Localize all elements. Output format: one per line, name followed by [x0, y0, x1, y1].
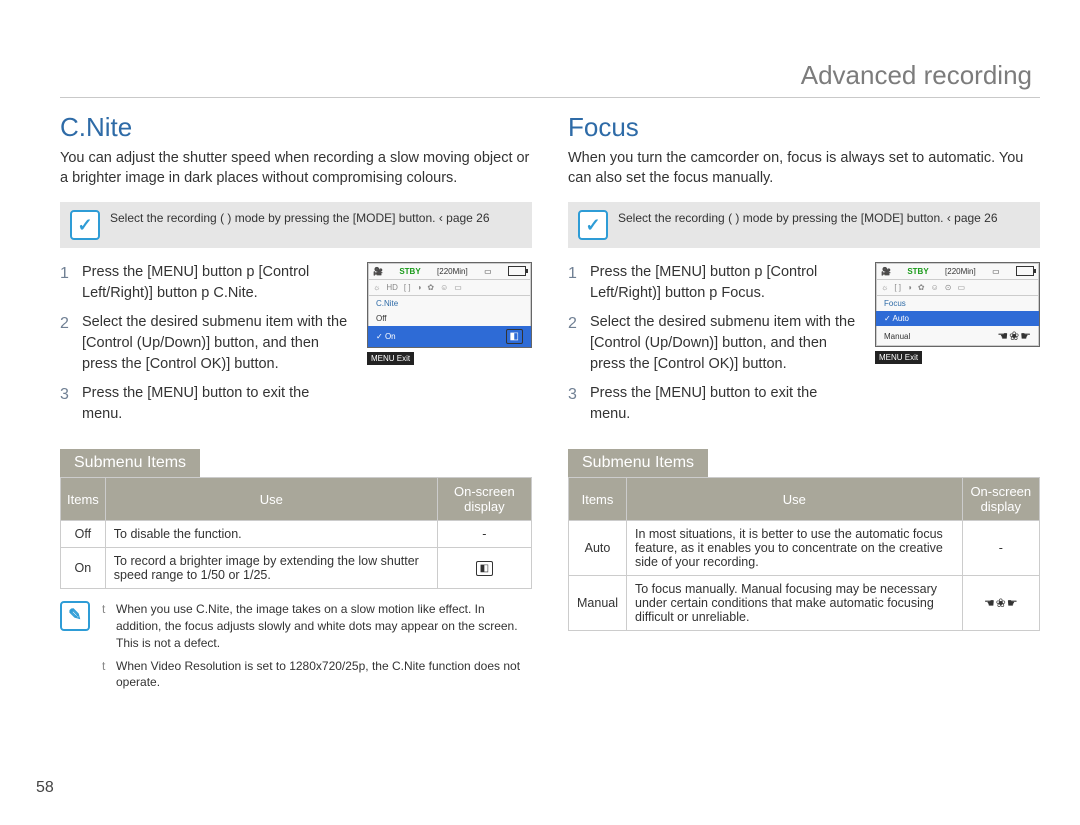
cnite-submenu-title: Submenu Items: [60, 449, 200, 477]
manual-focus-icon: ☚❀☛: [997, 329, 1031, 343]
focus-step-2: Select the desired submenu item with the…: [568, 312, 861, 375]
cell-item: Off: [61, 521, 106, 548]
lcd-row-auto: ✓ Auto: [876, 311, 1039, 326]
focus-submenu-title: Submenu Items: [568, 449, 708, 477]
cnite-on-icon: ◧: [506, 329, 523, 344]
check-icon: ✓: [578, 210, 608, 240]
table-row: Manual To focus manually. Manual focusin…: [569, 576, 1040, 631]
cell-item: On: [61, 548, 106, 589]
table-row: Auto In most situations, it is better to…: [569, 521, 1040, 576]
th-items: Items: [569, 478, 627, 521]
th-display: On-screen display: [437, 478, 531, 521]
focus-lcd-preview: 🎥 STBY [220Min] ▭ ☼[ ]◑✿☺⊙▭ Focus ✓ Auto: [875, 262, 1040, 433]
lcd-menu-label: Focus: [876, 296, 1039, 311]
cnite-intro: You can adjust the shutter speed when re…: [60, 149, 532, 188]
lcd-time: [220Min]: [437, 267, 468, 276]
lcd-mode-icon: 🎥: [881, 267, 891, 276]
cell-disp: -: [437, 521, 531, 548]
lcd-card-icon: ▭: [992, 267, 1000, 276]
cell-disp: ◧: [437, 548, 531, 589]
lcd-menu-label: C.Nite: [368, 296, 531, 311]
cell-item: Manual: [569, 576, 627, 631]
focus-selectbox: ✓ Select the recording ( ) mode by press…: [568, 202, 1040, 248]
lcd-battery-icon: [508, 266, 526, 276]
focus-selectbox-text: Select the recording ( ) mode by pressin…: [618, 210, 998, 227]
table-row: On To record a brighter image by extendi…: [61, 548, 532, 589]
cell-use: To disable the function.: [105, 521, 437, 548]
cnite-display-icon: ◧: [476, 561, 493, 576]
lcd-battery-icon: [1016, 266, 1034, 276]
cnite-lcd-preview: 🎥 STBY [220Min] ▭ ☼HD[ ]◑✿☺▭ C.Nite Off: [367, 262, 532, 433]
cnite-submenu-table: Items Use On-screen display Off To disab…: [60, 477, 532, 589]
cell-disp: ☚❀☛: [962, 576, 1039, 631]
cell-use: In most situations, it is better to use …: [627, 521, 963, 576]
focus-step-3: Press the [MENU] button to exit the menu…: [568, 383, 861, 425]
focus-step-1: Press the [MENU] button p [Control Left/…: [568, 262, 861, 304]
th-use: Use: [105, 478, 437, 521]
lcd-status: STBY: [399, 267, 420, 276]
lcd-tab-strip: ☼HD[ ]◑✿☺▭: [368, 279, 531, 296]
cnite-title: C.Nite: [60, 112, 532, 143]
cell-disp: -: [962, 521, 1039, 576]
cell-item: Auto: [569, 521, 627, 576]
th-use: Use: [627, 478, 963, 521]
cnite-step-2: Select the desired submenu item with the…: [60, 312, 353, 375]
manual-focus-display-icon: ☚❀☛: [984, 596, 1018, 610]
lcd-row-on: ✓ On ◧: [368, 326, 531, 347]
th-display: On-screen display: [962, 478, 1039, 521]
check-icon: ✓: [70, 210, 100, 240]
lcd-status: STBY: [907, 267, 928, 276]
cnite-step-1: Press the [MENU] button p [Control Left/…: [60, 262, 353, 304]
page-number: 58: [36, 779, 54, 797]
cnite-section: C.Nite You can adjust the shutter speed …: [60, 112, 532, 697]
focus-title: Focus: [568, 112, 1040, 143]
cell-use: To focus manually. Manual focusing may b…: [627, 576, 963, 631]
cnite-steps: Press the [MENU] button p [Control Left/…: [60, 262, 353, 433]
note-icon: ✎: [60, 601, 90, 631]
focus-section: Focus When you turn the camcorder on, fo…: [568, 112, 1040, 697]
lcd-tab-strip: ☼[ ]◑✿☺⊙▭: [876, 279, 1039, 296]
cnite-selectbox-text: Select the recording ( ) mode by pressin…: [110, 210, 490, 227]
th-items: Items: [61, 478, 106, 521]
lcd-menu-exit: MENU Exit: [367, 352, 414, 365]
lcd-row-off: Off: [368, 311, 531, 326]
lcd-mode-icon: 🎥: [373, 267, 383, 276]
cell-use: To record a brighter image by extending …: [105, 548, 437, 589]
focus-steps: Press the [MENU] button p [Control Left/…: [568, 262, 861, 433]
lcd-row-manual: Manual ☚❀☛: [876, 326, 1039, 346]
cnite-note-2: When Video Resolution is set to 1280x720…: [102, 658, 532, 692]
table-row: Off To disable the function. -: [61, 521, 532, 548]
cnite-note-1: When you use C.Nite, the image takes on …: [102, 601, 532, 651]
focus-intro: When you turn the camcorder on, focus is…: [568, 149, 1040, 188]
cnite-notes: ✎ When you use C.Nite, the image takes o…: [60, 601, 532, 697]
lcd-menu-exit: MENU Exit: [875, 351, 922, 364]
lcd-time: [220Min]: [945, 267, 976, 276]
lcd-card-icon: ▭: [484, 267, 492, 276]
cnite-step-3: Press the [MENU] button to exit the menu…: [60, 383, 353, 425]
cnite-selectbox: ✓ Select the recording ( ) mode by press…: [60, 202, 532, 248]
page-header: Advanced recording: [60, 60, 1040, 98]
focus-submenu-table: Items Use On-screen display Auto In most…: [568, 477, 1040, 631]
